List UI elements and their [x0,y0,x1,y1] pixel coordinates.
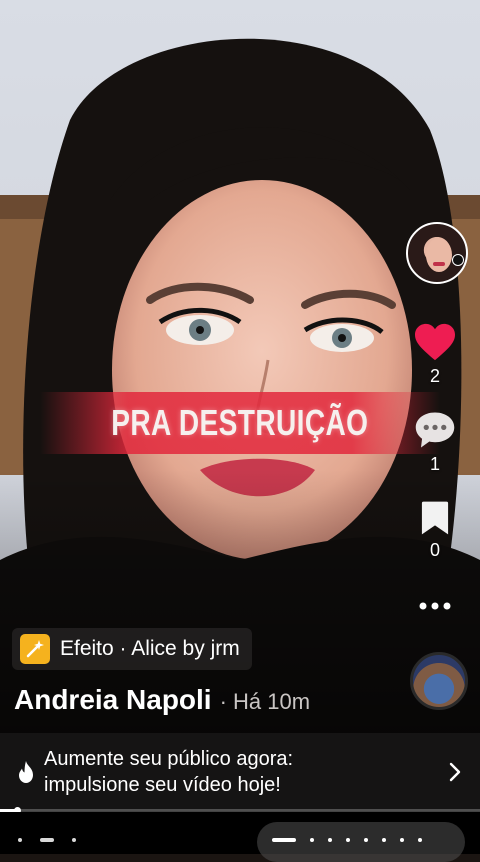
status-dot [40,838,54,842]
promote-line-1: Aumente seu público agora: [44,748,294,770]
navigation-pill[interactable] [257,822,465,862]
avatar-badge [452,254,464,266]
save-button[interactable]: 0 [410,500,460,561]
promote-banner[interactable]: Aumente seu público agora: impulsione se… [0,733,480,811]
comment-count: 1 [429,454,440,474]
video-caption-overlay: PRA DESTRUIÇÃO [40,392,440,454]
bookmark-icon [421,501,449,535]
nav-indicators [272,838,422,842]
chevron-right-icon[interactable] [448,761,462,783]
status-dot [18,838,22,842]
nav-indicator [382,838,386,842]
author-row: Andreia Napoli · Há 10m [14,684,310,716]
promote-line-2: impulsione seu vídeo hoje! [44,774,281,796]
status-dot [72,838,76,842]
comment-icon [415,412,455,448]
nav-indicator [418,838,422,842]
nav-indicator [346,838,350,842]
effect-label: Efeito · Alice by jrm [60,637,240,660]
avatar-face [426,238,452,272]
more-options-button[interactable] [410,598,460,614]
effect-chip[interactable]: Efeito · Alice by jrm [12,628,252,670]
music-disc[interactable] [410,652,468,710]
creator-avatar[interactable] [406,222,468,284]
creator-name[interactable]: Andreia Napoli [14,684,212,716]
like-button[interactable]: 2 [410,322,460,387]
avatar-lips [433,262,445,266]
nav-indicator [364,838,368,842]
nav-indicator [400,838,404,842]
caption-text: PRA DESTRUIÇÃO [111,402,369,443]
post-time: · Há 10m [219,689,311,714]
promote-text: Aumente seu público agora: impulsione se… [44,746,448,798]
like-count: 2 [429,366,440,386]
status-dots [18,838,76,842]
nav-indicator [310,838,314,842]
effect-sparkle-icon [20,634,50,664]
more-icon [419,602,451,610]
save-count: 0 [429,540,440,560]
nav-indicator [328,838,332,842]
heart-icon [415,323,455,361]
comment-button[interactable]: 1 [410,410,460,475]
flame-icon [19,761,33,783]
nav-indicator-active [272,838,296,842]
